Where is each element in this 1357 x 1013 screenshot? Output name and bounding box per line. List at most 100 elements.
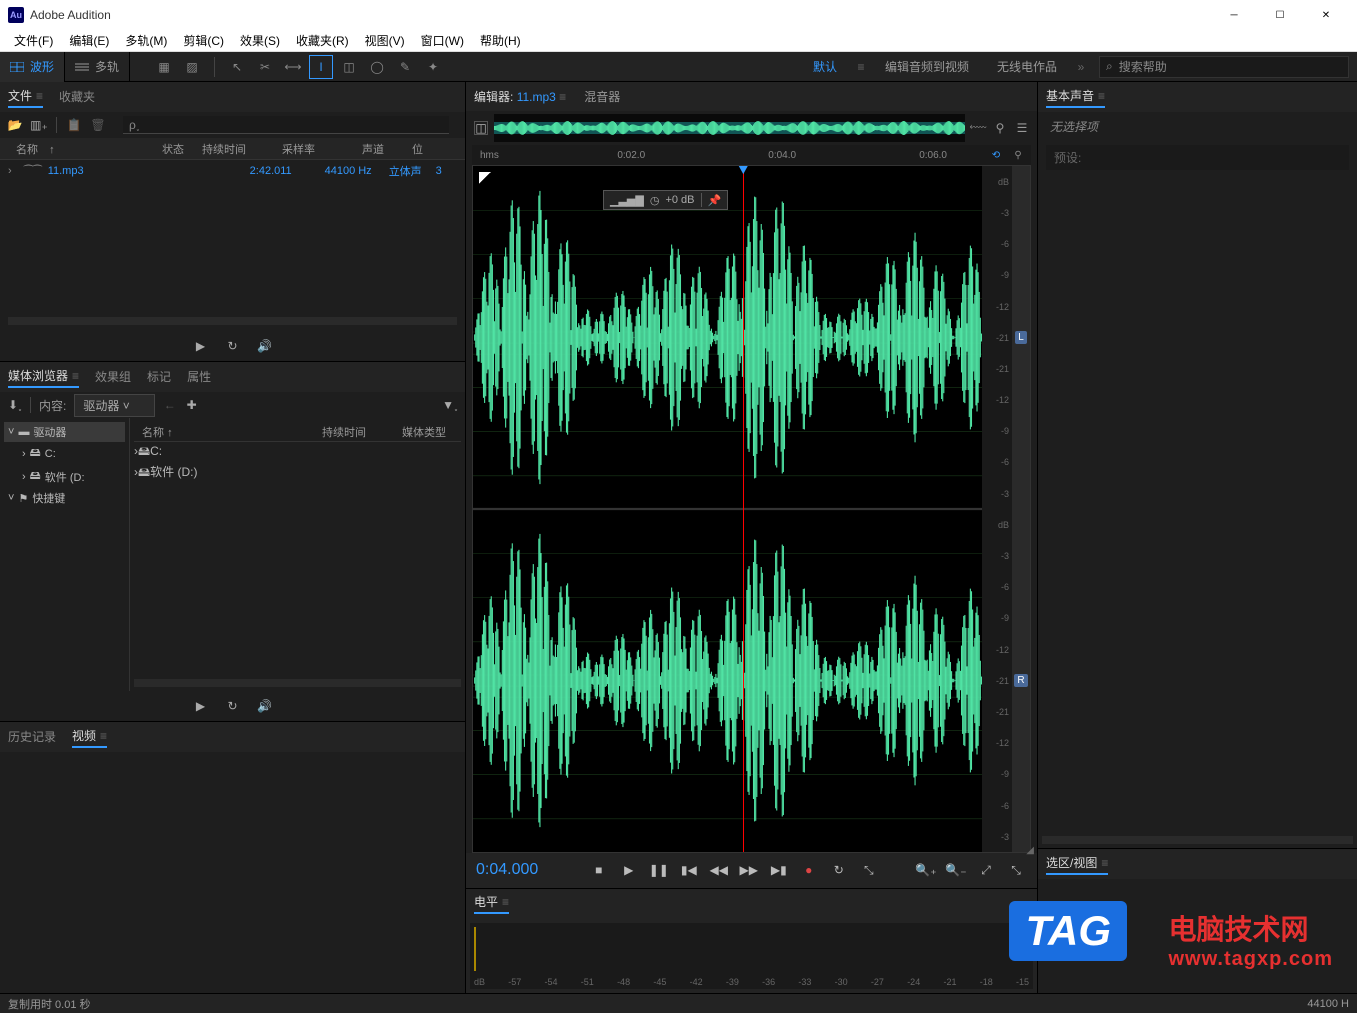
loop-anchor-icon[interactable]: ⟲ — [989, 148, 1003, 162]
pin-icon[interactable]: ⚲ — [993, 121, 1007, 135]
go-end-button[interactable]: ▶▮ — [768, 859, 790, 881]
workspace-default[interactable]: 默认 — [799, 52, 851, 81]
channel-l-badge[interactable]: L — [1015, 331, 1027, 344]
workspace-audio-video[interactable]: 编辑音频到视频 — [871, 52, 983, 81]
preset-field[interactable]: 预设: — [1046, 145, 1349, 170]
tab-media-browser[interactable]: 媒体浏览器≡ — [8, 367, 79, 388]
spectral-frequency-button[interactable]: ▦ — [152, 55, 176, 79]
toggle-multitrack[interactable]: 多轨 — [65, 52, 130, 82]
workspace-more-icon[interactable]: » — [1071, 60, 1091, 74]
tab-files[interactable]: 文件≡ — [8, 87, 43, 108]
back-icon[interactable]: ← — [163, 398, 177, 412]
menu-file[interactable]: 文件(F) — [6, 30, 61, 51]
tab-mixer[interactable]: 混音器 — [584, 88, 620, 105]
menu-edit[interactable]: 编辑(E) — [61, 30, 117, 51]
add-shortcut-icon[interactable]: ✚ — [185, 398, 199, 412]
col-name[interactable]: 名称 ↑ — [142, 424, 322, 440]
files-scrollbar[interactable] — [8, 317, 457, 325]
tab-editor[interactable]: 编辑器: 11.mp3 ≡ — [474, 88, 566, 105]
time-ruler[interactable]: hms 0:02.0 0:04.0 0:06.0 ⟲ ⚲ — [472, 145, 1031, 165]
menu-icon[interactable]: ☰ — [1015, 121, 1029, 135]
playhead[interactable] — [743, 166, 744, 852]
hud-pin-icon[interactable]: 📌 — [708, 194, 722, 207]
tab-selection-view[interactable]: 选区/视图≡ — [1046, 854, 1108, 875]
corner-gradient-icon[interactable] — [479, 172, 491, 184]
tree-drive-c[interactable]: ›🖴C: — [4, 442, 125, 465]
brush-tool[interactable]: ✎ — [393, 55, 417, 79]
levels-meter[interactable]: dB-57-54-51-48-45-42-39-36-33-30-27-24-2… — [470, 923, 1033, 989]
zoom-in-button[interactable]: 🔍₊ — [915, 859, 937, 881]
minimize-button[interactable]: ─ — [1211, 0, 1257, 30]
play-button[interactable]: ▶ — [618, 859, 640, 881]
zoom-out-button[interactable]: 🔍₋ — [945, 859, 967, 881]
col-type[interactable]: 媒体类型 — [402, 424, 446, 440]
col-channels[interactable]: 声道 — [358, 141, 408, 157]
toggle-waveform[interactable]: 波形 — [0, 52, 65, 82]
menu-effects[interactable]: 效果(S) — [232, 30, 288, 51]
spot-heal-tool[interactable]: ✦ — [421, 55, 445, 79]
new-file-icon[interactable]: ▥₊ — [32, 118, 46, 132]
delete-icon[interactable]: 🗑 — [91, 118, 105, 132]
lasso-tool[interactable]: ◯ — [365, 55, 389, 79]
preview-loop-icon[interactable]: ↻ — [226, 699, 240, 713]
list-item[interactable]: ›🖴软件 (D:) — [134, 463, 461, 484]
col-duration[interactable]: 持续时间 — [322, 424, 402, 440]
tab-favorites[interactable]: 收藏夹 — [59, 88, 95, 107]
col-name[interactable]: 名称 ↑ — [8, 141, 158, 157]
loop-button[interactable]: ↻ — [828, 859, 850, 881]
tab-history[interactable]: 历史记录 — [8, 728, 56, 747]
col-status[interactable]: 状态 — [158, 141, 198, 157]
go-start-button[interactable]: ▮◀ — [678, 859, 700, 881]
filter-icon[interactable]: ▼˯ — [443, 398, 457, 412]
zoom-navigator-icon[interactable]: ⬳ — [971, 121, 985, 135]
preview-loop-icon[interactable]: ↻ — [226, 339, 240, 353]
preview-autoplay-icon[interactable]: 🔊 — [258, 699, 272, 713]
stop-button[interactable]: ■ — [588, 859, 610, 881]
tree-shortcuts[interactable]: ˅⚑快捷键 — [4, 488, 125, 508]
marquee-tool[interactable]: ◫ — [337, 55, 361, 79]
channel-r-badge[interactable]: R — [1014, 674, 1027, 687]
pin-ruler-icon[interactable]: ⚲ — [1011, 148, 1025, 162]
forward-button[interactable]: ▶▶ — [738, 859, 760, 881]
rewind-button[interactable]: ◀◀ — [708, 859, 730, 881]
workspace-radio[interactable]: 无线电作品 — [983, 52, 1071, 81]
menu-favorites[interactable]: 收藏夹(R) — [288, 30, 357, 51]
ess-scrollbar[interactable] — [1042, 836, 1353, 844]
menu-multitrack[interactable]: 多轨(M) — [117, 30, 175, 51]
col-samplerate[interactable]: 采样率 — [278, 141, 358, 157]
time-selection-tool[interactable]: I — [309, 55, 333, 79]
tab-effects-rack[interactable]: 效果组 — [95, 368, 131, 387]
workspace-menu-icon[interactable]: ≡ — [851, 60, 871, 74]
open-file-icon[interactable]: 📂 — [8, 118, 22, 132]
col-bits[interactable]: 位 — [408, 141, 428, 157]
hud-overlay[interactable]: ▁▃▅▇ ◷ +0 dB 📌 — [603, 190, 728, 210]
tab-essential-sound[interactable]: 基本声音≡ — [1046, 87, 1105, 108]
overview-icon[interactable]: ◫ — [474, 121, 488, 135]
content-dropdown[interactable]: 驱动器 ˅ — [74, 394, 154, 417]
expand-icon[interactable]: › — [8, 165, 18, 177]
close-button[interactable]: ✕ — [1303, 0, 1349, 30]
menu-clip[interactable]: 剪辑(C) — [175, 30, 232, 51]
resize-handle-icon[interactable]: ◢ — [1026, 845, 1034, 856]
files-search[interactable]: ρ˯ — [123, 116, 449, 134]
zoom-selection-button[interactable]: ⤡ — [1005, 859, 1027, 881]
save-icon[interactable]: ⬇˯ — [8, 398, 22, 412]
col-duration[interactable]: 持续时间 — [198, 141, 278, 157]
record-button[interactable]: ● — [798, 859, 820, 881]
preview-play-icon[interactable]: ▶ — [194, 339, 208, 353]
tab-properties[interactable]: 属性 — [187, 368, 211, 387]
tree-drives[interactable]: ˅▬驱动器 — [4, 422, 125, 442]
tree-drive-d[interactable]: ›🖴软件 (D: — [4, 465, 125, 488]
spectral-pitch-button[interactable]: ▨ — [180, 55, 204, 79]
preview-autoplay-icon[interactable]: 🔊 — [258, 339, 272, 353]
tab-markers[interactable]: 标记 — [147, 368, 171, 387]
slip-tool[interactable]: ⟷ — [281, 55, 305, 79]
menu-help[interactable]: 帮助(H) — [472, 30, 529, 51]
move-tool[interactable]: ↖ — [225, 55, 249, 79]
zoom-full-button[interactable]: ⤢ — [975, 859, 997, 881]
import-icon[interactable]: 📋 — [67, 118, 81, 132]
pause-button[interactable]: ❚❚ — [648, 859, 670, 881]
razor-tool[interactable]: ✂ — [253, 55, 277, 79]
file-row[interactable]: › ⁀⁀ 11.mp3 2:42.011 44100 Hz 立体声 3 — [0, 160, 465, 182]
tab-levels[interactable]: 电平≡ — [474, 893, 509, 914]
